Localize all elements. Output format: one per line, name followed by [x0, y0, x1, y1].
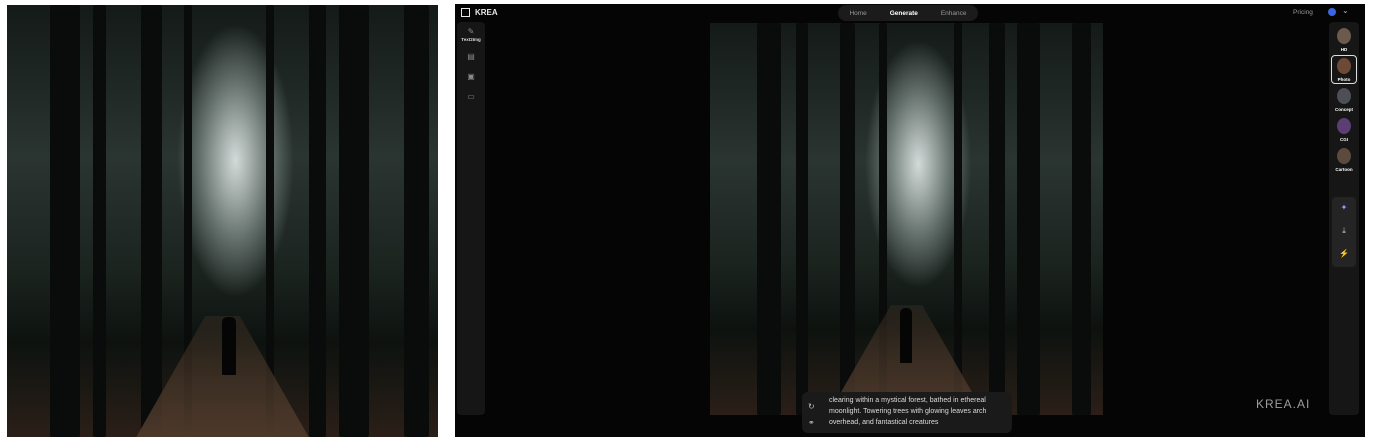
forest-photo — [7, 5, 438, 437]
tab-generate[interactable]: Generate — [890, 10, 918, 17]
app-logo[interactable]: KREA — [461, 8, 498, 17]
style-hd[interactable]: HD — [1332, 26, 1356, 53]
pricing-link[interactable]: Pricing — [1293, 9, 1313, 16]
prompt-input[interactable]: clearing within a mystical forest, bathe… — [829, 395, 1004, 428]
style-label: Cartoon — [1335, 167, 1353, 172]
style-sidebar: HD Photo Concept CGI Cartoon ✦ ⤓ ⚡ — [1329, 22, 1359, 415]
generated-image — [710, 23, 1103, 415]
main-nav: Home Generate Enhance — [838, 5, 978, 21]
mode-sidebar: ✎ Text2Img ▤ ▣ ▭ — [457, 22, 485, 415]
link-icon[interactable]: ⚭ — [808, 418, 815, 427]
style-thumbnail — [1337, 148, 1351, 164]
watermark: KREA.AI — [1256, 397, 1311, 411]
person-silhouette — [222, 317, 236, 375]
style-label: CGI — [1339, 137, 1348, 142]
chevron-down-icon[interactable]: ⌄ — [1342, 6, 1349, 15]
tab-enhance[interactable]: Enhance — [941, 10, 967, 17]
sidebar-item-label: Text2Img — [461, 37, 481, 42]
tools-panel: ✦ ⤓ ⚡ — [1332, 197, 1356, 267]
refresh-icon[interactable]: ↻ — [808, 402, 815, 411]
style-thumbnail — [1337, 28, 1351, 44]
magic-wand-icon[interactable]: ⚡ — [1332, 249, 1356, 258]
top-bar: KREA Home Generate Enhance Pricing ⌄ — [455, 4, 1365, 22]
style-cgi[interactable]: CGI — [1332, 116, 1356, 143]
style-label: HD — [1340, 47, 1348, 52]
image-gen-icon: ✎ — [467, 27, 475, 36]
style-label: Photo — [1337, 77, 1351, 82]
screen-icon[interactable]: ▣ — [457, 72, 485, 81]
style-thumbnail — [1337, 118, 1351, 134]
prompt-panel: ↻ ⚭ clearing within a mystical forest, b… — [802, 392, 1012, 433]
tab-home[interactable]: Home — [849, 10, 866, 17]
video-icon[interactable]: ▭ — [457, 92, 485, 101]
krea-app: KREA Home Generate Enhance Pricing ⌄ ✎ T… — [455, 4, 1365, 437]
sidebar-item-text2img[interactable]: ✎ Text2Img — [457, 27, 485, 42]
download-icon[interactable]: ⤓ — [1332, 226, 1356, 236]
style-concept[interactable]: Concept — [1332, 86, 1356, 113]
style-cartoon[interactable]: Cartoon — [1332, 146, 1356, 173]
brand-name: KREA — [475, 8, 498, 17]
krea-logo-icon — [461, 8, 470, 17]
style-thumbnail — [1337, 58, 1351, 74]
avatar[interactable] — [1328, 8, 1336, 16]
style-thumbnail — [1337, 88, 1351, 104]
style-photo[interactable]: Photo — [1331, 55, 1357, 84]
sparkle-icon[interactable]: ✦ — [1332, 203, 1356, 212]
image-icon[interactable]: ▤ — [457, 52, 485, 61]
style-label: Concept — [1335, 107, 1353, 112]
person-silhouette — [900, 308, 912, 363]
